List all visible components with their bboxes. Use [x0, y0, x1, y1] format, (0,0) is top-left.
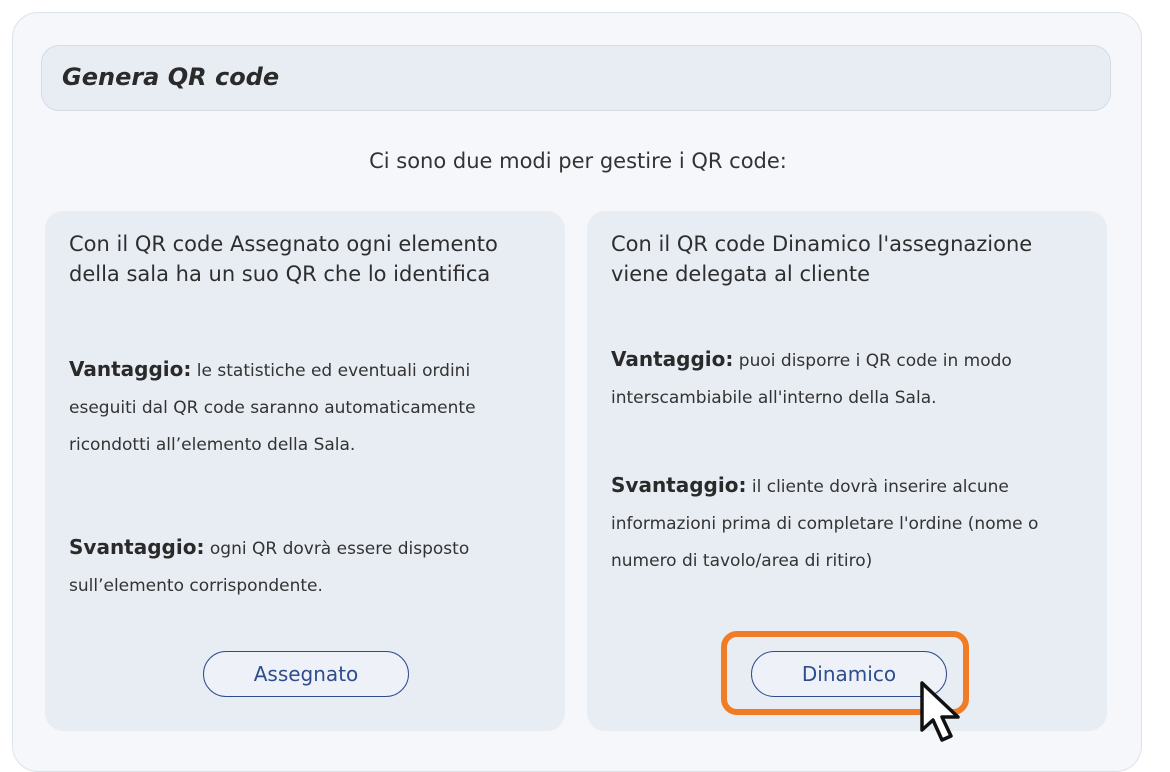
qr-code-panel: Genera QR code Ci sono due modi per gest…	[12, 12, 1142, 772]
card-dinamico-disadvantage: Svantaggio: il cliente dovrà inserire al…	[611, 467, 1081, 580]
card-assegnato-title: Con il QR code Assegnato ogni elemento d…	[69, 232, 498, 286]
arrow-cursor-icon	[920, 681, 960, 742]
card-assegnato: Con il QR code Assegnato ogni elemento d…	[45, 211, 565, 731]
intro-text: Ci sono due modi per gestire i QR code:	[369, 149, 787, 173]
disadvantage-label: Svantaggio:	[611, 473, 747, 497]
card-dinamico: Con il QR code Dinamico l'assegnazione v…	[587, 211, 1107, 731]
advantage-label: Vantaggio:	[611, 347, 734, 371]
panel-title: Genera QR code	[62, 63, 280, 91]
card-assegnato-disadvantage: Svantaggio: ogni QR dovrà essere dispost…	[69, 529, 539, 605]
assegnato-button[interactable]: Assegnato	[203, 651, 409, 697]
card-assegnato-advantage: Vantaggio: le statistiche ed eventuali o…	[69, 351, 539, 464]
panel-header: Genera QR code	[41, 45, 1111, 111]
disadvantage-label: Svantaggio:	[69, 535, 205, 559]
card-dinamico-advantage: Vantaggio: puoi disporre i QR code in mo…	[611, 341, 1081, 417]
advantage-label: Vantaggio:	[69, 357, 192, 381]
card-dinamico-title: Con il QR code Dinamico l'assegnazione v…	[611, 232, 1033, 286]
